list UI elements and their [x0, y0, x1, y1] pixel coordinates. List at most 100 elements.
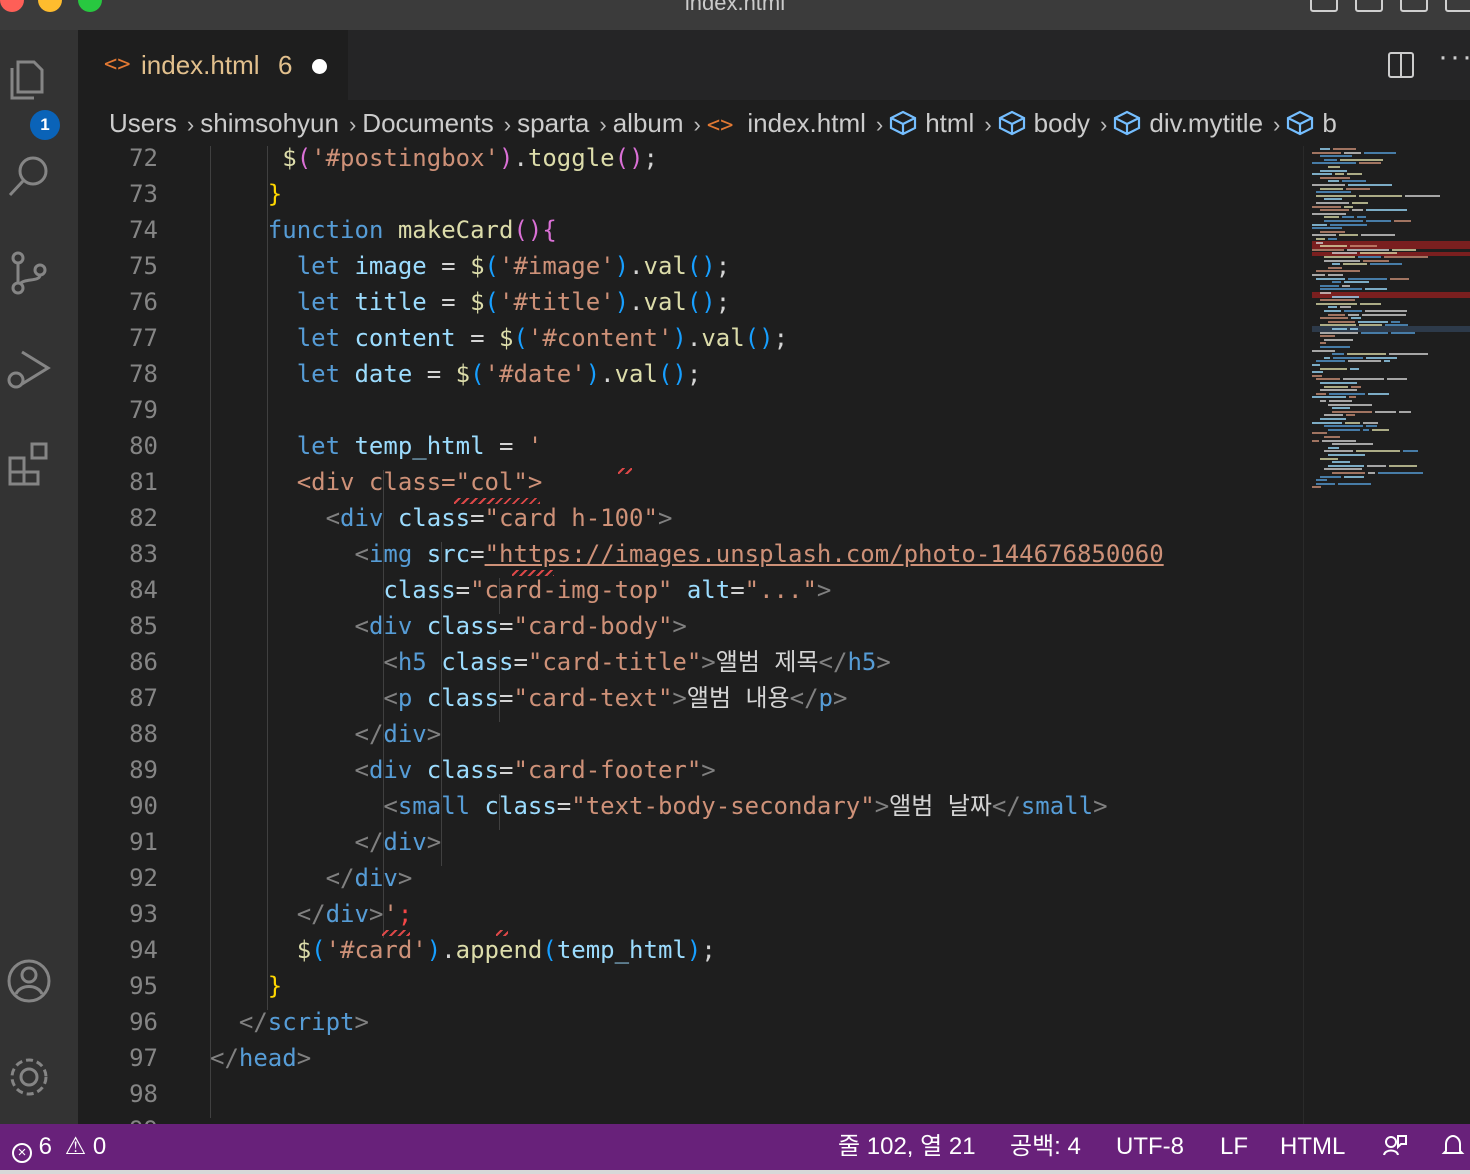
minimap-line — [1366, 209, 1407, 212]
minimap-line — [1320, 245, 1347, 248]
customize-layout-icon[interactable] — [1445, 0, 1470, 12]
indentation[interactable]: 공백: 4 — [1010, 1124, 1081, 1170]
code-token: class — [484, 792, 557, 820]
breadcrumb-label: div.mytitle — [1149, 108, 1264, 138]
code-token: '#image' — [499, 252, 615, 280]
manage-button[interactable] — [0, 1048, 58, 1106]
code-token: class — [426, 756, 499, 784]
minimap-line — [1346, 187, 1370, 190]
minimap-line — [1350, 245, 1377, 248]
minimap-line — [1316, 277, 1345, 280]
code-token: ) — [499, 146, 514, 172]
end-of-line[interactable]: LF — [1220, 1124, 1248, 1170]
html-file-icon: <> — [104, 52, 131, 77]
code-token: > — [1093, 792, 1108, 820]
minimap-line — [1352, 209, 1363, 212]
toggle-panel-icon[interactable] — [1355, 0, 1383, 12]
code-token: ) — [672, 324, 687, 352]
minimap-line — [1312, 173, 1332, 176]
breadcrumb-separator: › — [348, 112, 357, 137]
minimap-line — [1403, 450, 1418, 453]
line-number: 72 — [129, 146, 158, 172]
split-editor-icon[interactable] — [1388, 52, 1414, 78]
breadcrumb-item[interactable]: body — [998, 100, 1090, 146]
problems-indicator[interactable]: × 6 ⚠ 0 — [12, 1124, 106, 1170]
unsaved-dot-icon[interactable] — [312, 59, 327, 74]
breadcrumb-item[interactable]: Users — [78, 100, 177, 146]
accounts-button[interactable] — [0, 952, 58, 1010]
minimap-line — [1312, 396, 1346, 399]
code-token: = — [455, 576, 471, 604]
minimap-line — [1328, 464, 1364, 467]
notifications-icon[interactable] — [1440, 1124, 1466, 1170]
code-line: 86 <h5 class="card-title">앨범 제목</h5> — [78, 644, 1303, 680]
code-text: let content = $('#content').val(); — [297, 320, 788, 356]
breadcrumb-item[interactable]: b — [1286, 100, 1337, 146]
code-token: class — [426, 684, 499, 712]
explorer-badge: 1 — [30, 110, 60, 140]
minimap-line — [1320, 317, 1348, 320]
minimap-line — [1387, 378, 1407, 381]
minimap-line — [1312, 439, 1319, 442]
minimap-line — [1329, 400, 1352, 402]
tab-index-html[interactable]: <> index.html 6 — [78, 30, 348, 100]
breadcrumb-item[interactable]: sparta — [517, 100, 589, 146]
minimap-line — [1328, 238, 1337, 240]
toggle-secondary-sidebar-icon[interactable] — [1400, 0, 1428, 12]
files-icon — [10, 60, 44, 100]
code-token: p — [818, 684, 833, 712]
code-token: > — [397, 864, 413, 892]
code-text: <div class="col"> — [297, 464, 543, 500]
minimap-line — [1364, 151, 1396, 154]
minimap-line — [1320, 457, 1338, 460]
code-token: > — [876, 648, 891, 676]
breadcrumb-item[interactable]: html — [889, 100, 974, 146]
code-line: 95} — [78, 968, 1303, 1004]
minimap[interactable] — [1303, 146, 1470, 1124]
minimap-line — [1316, 479, 1327, 482]
line-number: 88 — [129, 720, 158, 748]
search-button[interactable] — [0, 148, 58, 206]
language-mode[interactable]: HTML — [1280, 1124, 1345, 1170]
code-token: "..." — [744, 576, 817, 604]
minimap-line — [1343, 378, 1384, 381]
breadcrumb-item[interactable]: div.mytitle — [1113, 100, 1263, 146]
breadcrumb-item[interactable]: Documents — [362, 100, 494, 146]
extensions-button[interactable] — [0, 434, 58, 492]
minimap-line — [1350, 367, 1359, 370]
code-token: </ — [789, 684, 819, 712]
minimap-line — [1343, 263, 1367, 266]
code-line: 87 <p class="card-text">앨범 내용</p> — [78, 680, 1303, 716]
run-debug-button[interactable] — [0, 338, 58, 396]
cursor-position[interactable]: 줄 102, 열 21 — [838, 1124, 976, 1170]
code-token: $ — [499, 324, 514, 352]
feedback-icon[interactable] — [1382, 1124, 1408, 1170]
more-actions-icon[interactable]: ··· — [1438, 40, 1470, 74]
code-token: > — [426, 828, 442, 856]
line-number: 81 — [129, 468, 158, 496]
minimap-line — [1348, 313, 1359, 316]
source-control-button[interactable] — [0, 244, 58, 302]
code-token: div — [340, 504, 398, 532]
code-token: < — [354, 612, 369, 640]
code-token: ; — [643, 146, 658, 172]
minimap-line — [1328, 403, 1372, 406]
minimap-line — [1320, 155, 1352, 158]
breadcrumb-item[interactable]: album — [613, 100, 684, 146]
explorer-button[interactable] — [0, 50, 58, 108]
code-token: > — [816, 576, 832, 604]
code-token: > — [672, 684, 687, 712]
code-token: ) — [426, 936, 442, 964]
breadcrumb-item[interactable]: <> index.html — [707, 100, 866, 146]
breadcrumb-item[interactable]: shimsohyun — [200, 100, 339, 146]
encoding[interactable]: UTF-8 — [1116, 1124, 1184, 1170]
code-token: ' — [527, 432, 543, 460]
error-icon: × — [12, 1143, 32, 1163]
minimap-line — [1328, 320, 1355, 323]
code-token: = — [426, 288, 471, 316]
minimap-line — [1312, 234, 1336, 237]
minimap-line — [1359, 194, 1402, 197]
breadcrumb-separator: › — [1100, 112, 1108, 137]
toggle-primary-sidebar-icon[interactable] — [1310, 0, 1338, 12]
code-editor[interactable]: 72 $('#postingbox').toggle(); 73} 74 functio… — [78, 146, 1303, 1124]
